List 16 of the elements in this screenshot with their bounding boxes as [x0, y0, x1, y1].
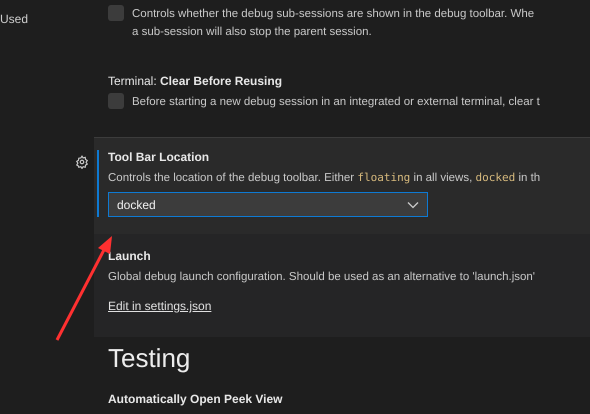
setting-description: Controls whether the debug sub-sessions are shown in the debug toolbar. Whe a sub-session will also stop the parent session.: [132, 7, 534, 40]
edit-settings-link[interactable]: Edit in settings.json: [108, 299, 212, 313]
setting-title: Launch: [108, 249, 152, 263]
checkbox[interactable]: [108, 93, 124, 109]
dropdown[interactable]: docked: [108, 192, 428, 217]
setting-description: Controls the location of the debug toolbar. Either floating in all views, docked in th: [108, 170, 542, 186]
sidebar-item[interactable]: Used: [0, 12, 70, 26]
section-heading: Testing: [107, 342, 192, 374]
checkbox[interactable]: [108, 5, 124, 21]
settings-icon[interactable]: [75, 155, 89, 169]
setting-title: Terminal: Clear Before Reusing: [108, 74, 284, 88]
chevron-down-icon: [407, 200, 419, 208]
setting-title: Tool Bar Location: [108, 150, 210, 164]
setting-title: Automatically Open Peek View: [107, 391, 284, 406]
setting-description: Global debug launch configuration. Should be used as an alternative to 'launch.json': [108, 270, 536, 285]
setting-description: Before starting a new debug session in an integrated or external terminal, clear t: [132, 95, 540, 110]
